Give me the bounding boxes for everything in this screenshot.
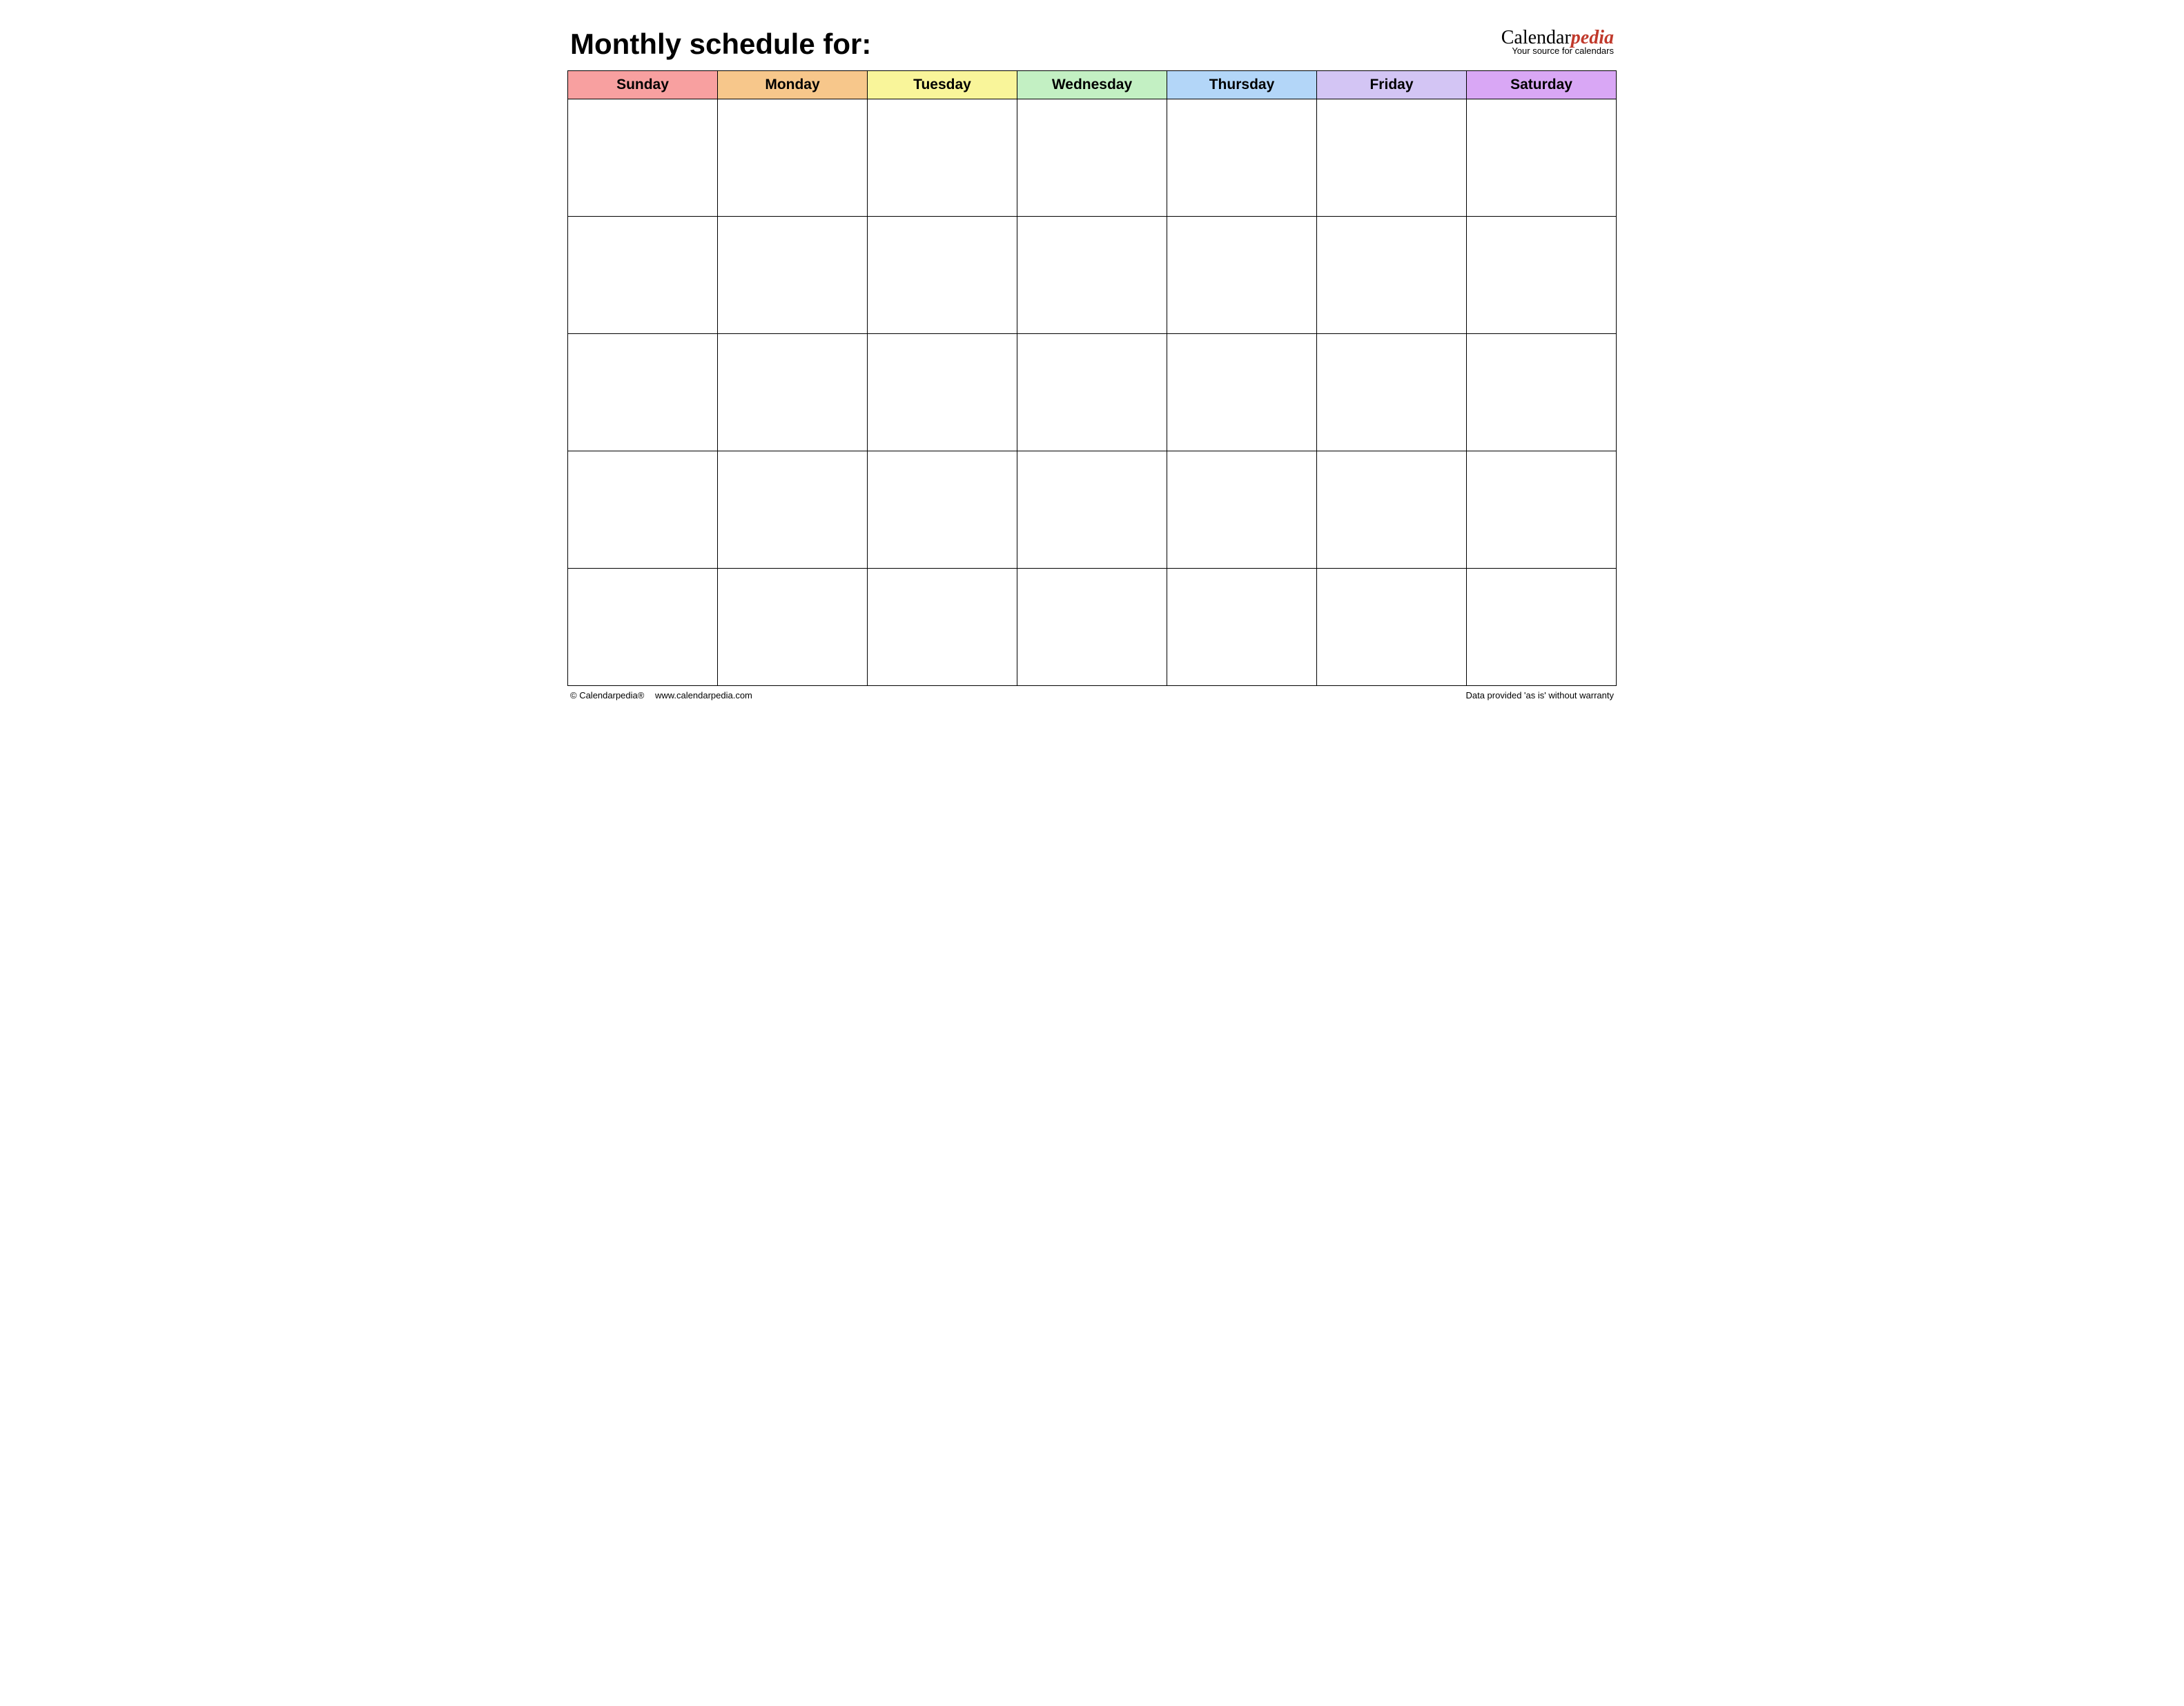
brand-block: Calendarpedia Your source for calendars [1501,28,1614,56]
brand-tagline: Your source for calendars [1501,46,1614,56]
calendar-cell[interactable] [1017,99,1167,217]
calendar-cell[interactable] [1317,451,1467,569]
calendar-cell[interactable] [1317,217,1467,334]
calendar-cell[interactable] [1467,217,1617,334]
calendar-cell[interactable] [1017,334,1167,451]
calendar-cell[interactable] [718,99,868,217]
footer-left: © Calendarpedia® www.calendarpedia.com [570,690,761,700]
calendar-cell[interactable] [718,569,868,686]
calendar-cell[interactable] [568,569,718,686]
calendar-body [568,99,1617,686]
calendar-cell[interactable] [1167,334,1317,451]
header: Monthly schedule for: Calendarpedia Your… [567,28,1617,61]
footer: © Calendarpedia® www.calendarpedia.com D… [567,690,1617,700]
calendar-row [568,569,1617,686]
day-header-saturday: Saturday [1467,71,1617,99]
brand-prefix: Calendar [1501,27,1571,48]
calendar-cell[interactable] [868,569,1017,686]
day-header-row: Sunday Monday Tuesday Wednesday Thursday… [568,71,1617,99]
calendar-cell[interactable] [1017,569,1167,686]
calendar-cell[interactable] [1467,451,1617,569]
calendar-cell[interactable] [868,99,1017,217]
calendar-cell[interactable] [1317,99,1467,217]
calendar-row [568,217,1617,334]
calendar-page: Monthly schedule for: Calendarpedia Your… [567,28,1617,700]
calendar-cell[interactable] [868,451,1017,569]
calendar-cell[interactable] [718,334,868,451]
calendar-cell[interactable] [568,334,718,451]
calendar-cell[interactable] [1167,217,1317,334]
calendar-cell[interactable] [1467,99,1617,217]
page-title: Monthly schedule for: [570,28,871,61]
brand-logo: Calendarpedia [1501,28,1614,48]
calendar-cell[interactable] [1317,569,1467,686]
calendar-cell[interactable] [1017,451,1167,569]
day-header-monday: Monday [718,71,868,99]
calendar-cell[interactable] [718,217,868,334]
calendar-row [568,451,1617,569]
day-header-sunday: Sunday [568,71,718,99]
day-header-thursday: Thursday [1167,71,1317,99]
calendar-row [568,334,1617,451]
calendar-cell[interactable] [718,451,868,569]
day-header-tuesday: Tuesday [868,71,1017,99]
calendar-cell[interactable] [1467,569,1617,686]
calendar-cell[interactable] [568,217,718,334]
calendar-cell[interactable] [868,334,1017,451]
calendar-cell[interactable] [868,217,1017,334]
calendar-cell[interactable] [1467,334,1617,451]
calendar-cell[interactable] [1167,569,1317,686]
calendar-cell[interactable] [1317,334,1467,451]
calendar-cell[interactable] [1167,99,1317,217]
calendar-cell[interactable] [1017,217,1167,334]
brand-suffix: pedia [1571,27,1614,48]
calendar-row [568,99,1617,217]
day-header-friday: Friday [1317,71,1467,99]
footer-copyright: © Calendarpedia® [570,690,644,700]
footer-website: www.calendarpedia.com [655,690,752,700]
calendar-cell[interactable] [568,451,718,569]
day-header-wednesday: Wednesday [1017,71,1167,99]
calendar-cell[interactable] [568,99,718,217]
footer-disclaimer: Data provided 'as is' without warranty [1465,690,1614,700]
calendar-cell[interactable] [1167,451,1317,569]
calendar-grid: Sunday Monday Tuesday Wednesday Thursday… [567,70,1617,686]
